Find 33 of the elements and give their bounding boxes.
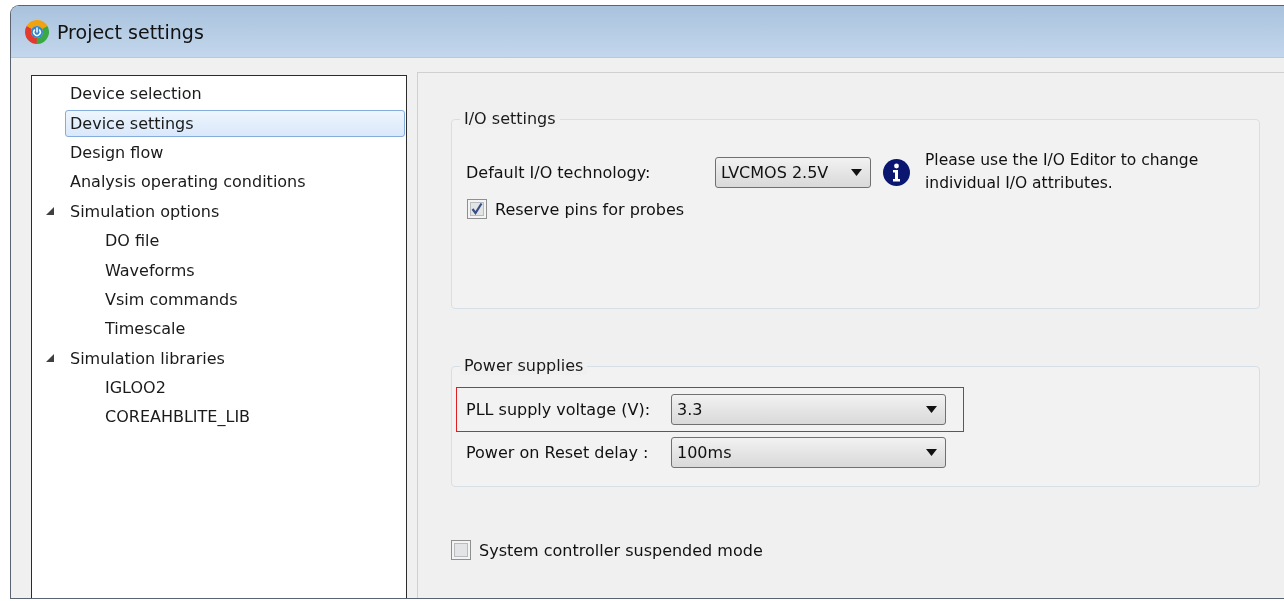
collapse-arrow-icon[interactable] — [44, 352, 56, 365]
tree-item[interactable]: COREAHBLITE_LIB — [100, 403, 256, 431]
tree-item[interactable]: Device settings — [65, 109, 405, 137]
field-label: Default I/O technology: — [466, 162, 652, 182]
collapse-arrow-icon[interactable] — [44, 205, 56, 218]
dropdown[interactable]: LVCMOS 2.5V — [715, 156, 871, 188]
dropdown[interactable]: 3.3 — [671, 394, 946, 425]
caret-icon — [926, 406, 937, 413]
tree-item[interactable]: Design flow — [65, 138, 169, 166]
dropdown[interactable]: 100ms — [671, 436, 946, 468]
field-label: Power on Reset delay : — [466, 442, 650, 462]
info-icon — [882, 157, 911, 187]
tree-item[interactable]: IGLOO2 — [100, 374, 171, 402]
tree-item[interactable]: Timescale — [100, 315, 191, 343]
tree-item[interactable]: Device selection — [65, 80, 207, 108]
field-label: PLL supply voltage (V): — [466, 400, 652, 419]
window-title: Project settings — [57, 20, 204, 43]
group-title: I/O settings — [460, 109, 560, 128]
tree-item[interactable]: DO file — [100, 227, 165, 255]
tree-item[interactable]: Waveforms — [100, 256, 200, 284]
caret-icon — [926, 448, 937, 456]
checkbox[interactable] — [467, 199, 487, 219]
checkbox-label: Reserve pins for probes — [495, 199, 685, 219]
info-note: Please use the I/O Editor to change individual I/O attributes. — [925, 150, 1200, 194]
tree-item[interactable]: Vsim commands — [100, 285, 243, 313]
checkbox-label: System controller suspended mode — [479, 540, 763, 560]
caret-icon — [851, 168, 862, 176]
group-title: Power supplies — [460, 356, 588, 375]
tree-item[interactable]: Simulation options — [65, 197, 225, 225]
tree-item[interactable]: Analysis operating conditions — [65, 168, 311, 196]
tree-item[interactable]: Simulation libraries — [65, 344, 230, 372]
app-logo-icon — [25, 19, 49, 44]
checkbox[interactable] — [451, 540, 471, 560]
